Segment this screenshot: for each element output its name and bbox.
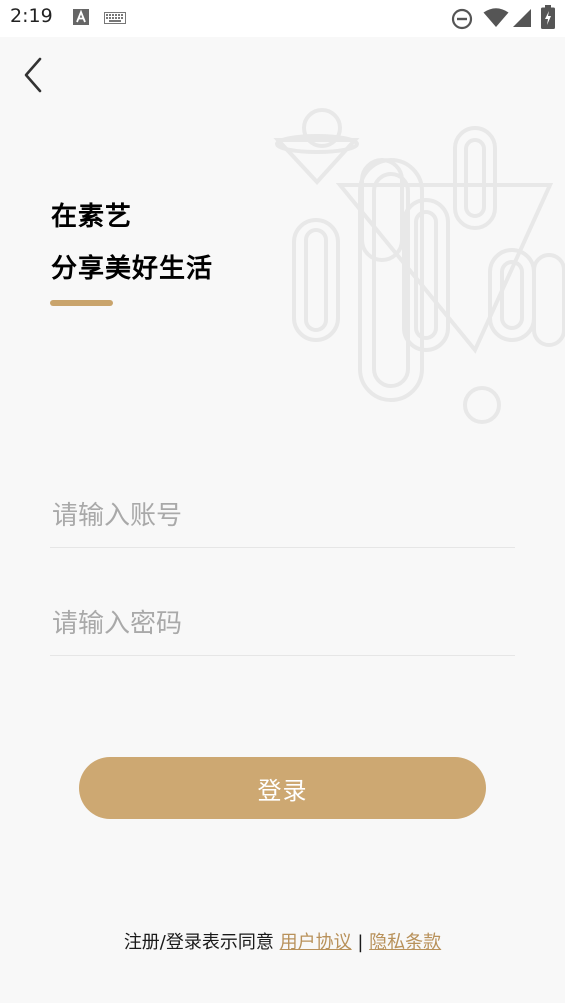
login-button[interactable]: 登录 — [79, 757, 486, 819]
background-pattern — [273, 108, 565, 424]
chevron-left-icon — [24, 57, 42, 93]
agreement-prefix: 注册/登录表示同意 — [123, 932, 274, 953]
headline-line-1: 在素艺 — [51, 202, 133, 232]
password-input[interactable] — [50, 592, 515, 656]
status-bar: 2:19 — [0, 0, 565, 37]
agreement-text: 注册/登录表示同意 用户协议 | 隐私条款 — [0, 928, 565, 954]
account-input[interactable] — [50, 484, 515, 548]
headline-line-2: 分享美好生活 — [51, 254, 214, 284]
signal-icon — [513, 9, 531, 27]
privacy-policy-link[interactable]: 隐私条款 — [369, 932, 441, 953]
user-agreement-link[interactable]: 用户协议 — [280, 932, 352, 953]
battery-charging-icon — [541, 5, 555, 29]
wifi-icon — [483, 8, 509, 27]
agreement-separator: | — [357, 932, 364, 953]
minus-circle-icon — [451, 8, 473, 30]
keyboard-icon — [104, 12, 126, 24]
a-box-icon — [73, 9, 89, 25]
accent-divider — [50, 300, 113, 306]
status-time: 2:19 — [10, 5, 53, 27]
back-button[interactable] — [18, 55, 52, 95]
